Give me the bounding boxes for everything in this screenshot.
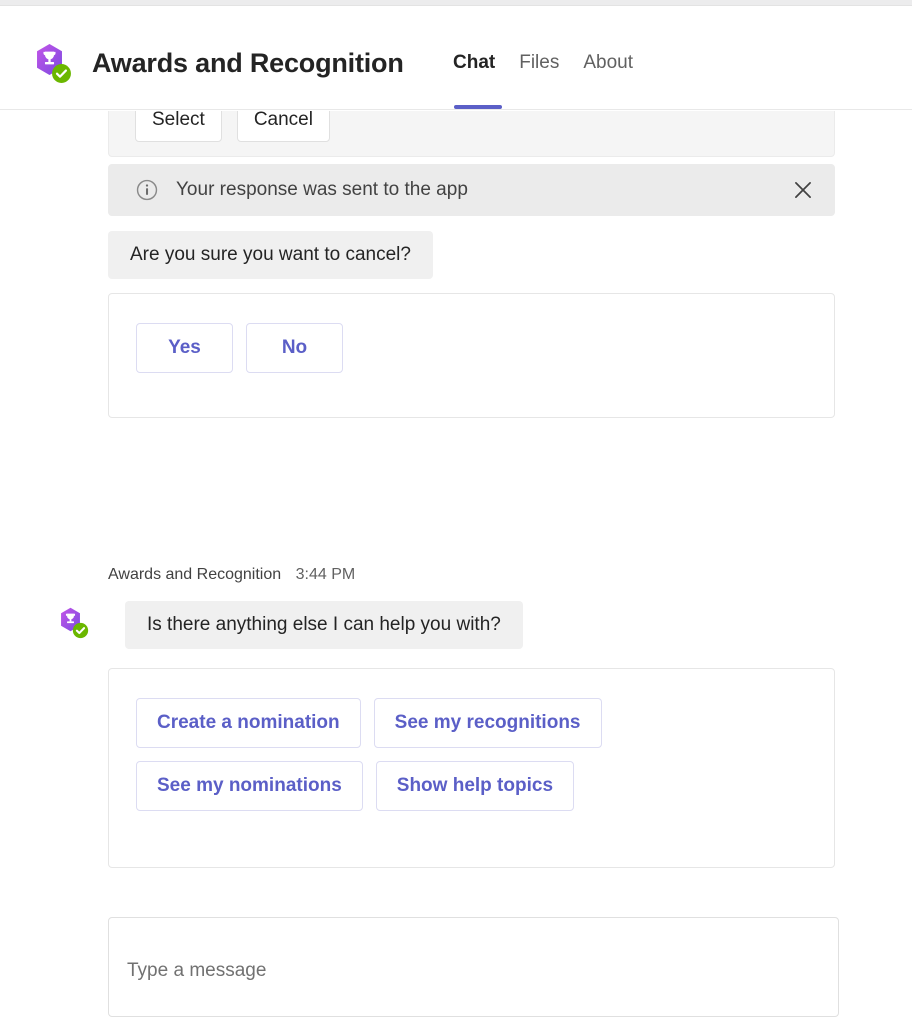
message-sender: Awards and Recognition (108, 566, 282, 583)
available-check-icon (52, 64, 71, 83)
message-compose-box[interactable]: Type a message (108, 917, 839, 1017)
previous-card-button-row: Select Cancel (135, 111, 330, 142)
tab-about[interactable]: About (583, 52, 633, 78)
cancel-button[interactable]: Cancel (236, 111, 330, 142)
page-title: Awards and Recognition (92, 48, 404, 78)
yes-button[interactable]: Yes (136, 323, 233, 373)
message-avatar (58, 607, 92, 641)
available-check-icon (72, 622, 89, 639)
response-sent-notification: Your response was sent to the app (108, 164, 835, 216)
tab-chat[interactable]: Chat (453, 52, 502, 109)
notification-text: Your response was sent to the app (176, 179, 468, 200)
create-a-nomination-button[interactable]: Create a nomination (136, 698, 361, 748)
see-my-recognitions-button[interactable]: See my recognitions (373, 698, 602, 748)
compose-placeholder: Type a message (127, 960, 267, 981)
tab-bar: Chat Files About (453, 52, 633, 112)
suggested-actions-grid: Create a nomination See my recognitions … (136, 698, 796, 811)
suggested-actions-card: Create a nomination See my recognitions … (108, 668, 835, 868)
bot-message-bubble-confirm: Are you sure you want to cancel? (108, 231, 433, 279)
info-circle-icon (136, 179, 158, 201)
tab-files-label: Files (519, 52, 560, 73)
show-help-topics-button[interactable]: Show help topics (375, 761, 575, 811)
tab-chat-label: Chat (453, 52, 496, 73)
message-timestamp: 3:44 PM (295, 566, 356, 583)
previous-adaptive-card: Select Cancel (108, 111, 835, 157)
message-meta: Awards and Recognition 3:44 PM (108, 566, 355, 584)
app-avatar (33, 43, 77, 87)
bot-message-bubble-help: Is there anything else I can help you wi… (125, 601, 523, 649)
confirmation-button-row: Yes No (136, 323, 796, 373)
close-icon[interactable] (791, 178, 815, 202)
active-tab-indicator (454, 105, 502, 109)
confirmation-card: Yes No (108, 293, 835, 418)
app-header: Awards and Recognition Chat Files About (0, 6, 912, 110)
no-button[interactable]: No (246, 323, 343, 373)
select-button[interactable]: Select (135, 111, 222, 142)
tab-files[interactable]: Files (519, 52, 559, 78)
chat-message-list[interactable]: Select Cancel Your response was sent to … (0, 111, 912, 1026)
see-my-nominations-button[interactable]: See my nominations (136, 761, 363, 811)
tab-about-label: About (583, 52, 634, 73)
